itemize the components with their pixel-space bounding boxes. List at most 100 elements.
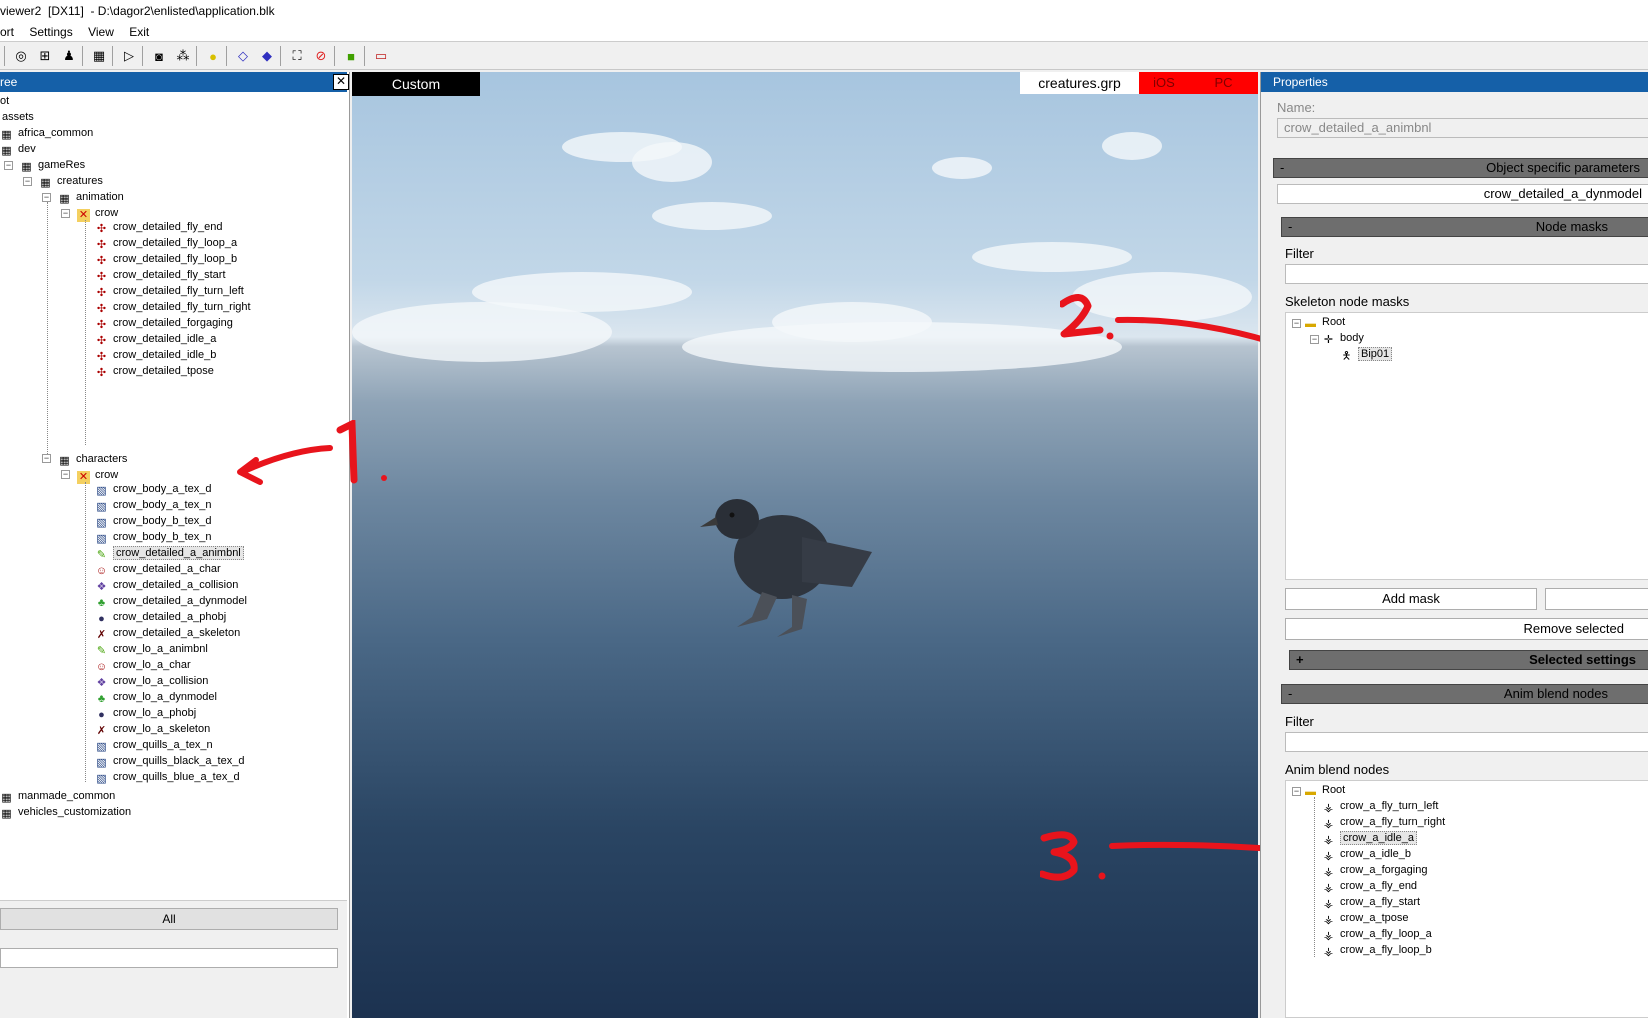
play-icon[interactable]: ▷ bbox=[120, 47, 138, 65]
tree-item-animation[interactable]: ✣ crow_detailed_tpose bbox=[95, 364, 214, 379]
tree-item-character[interactable]: ✎ crow_detailed_a_animbnl bbox=[95, 546, 244, 561]
tree-item-character[interactable]: ☺ crow_lo_a_char bbox=[95, 658, 191, 673]
skeleton-bip01[interactable]: 🯅 Bip01 bbox=[1340, 347, 1393, 362]
collapse-icon[interactable]: − bbox=[42, 454, 51, 463]
tree-item-character[interactable]: ✗ crow_lo_a_skeleton bbox=[95, 722, 210, 737]
dynmodel-field[interactable]: crow_detailed_a_dynmodel bbox=[1277, 184, 1648, 204]
tree-root[interactable]: ot bbox=[0, 94, 9, 109]
tree-assets[interactable]: assets bbox=[2, 110, 34, 125]
node-mask-filter-input[interactable] bbox=[1285, 264, 1648, 284]
tree-item-animation[interactable]: ✣ crow_detailed_fly_end bbox=[95, 220, 223, 235]
cube-wire-icon[interactable]: ◇ bbox=[234, 47, 252, 65]
blend-node-item[interactable]: ⚶ crow_a_fly_turn_left bbox=[1322, 799, 1439, 814]
material-icon[interactable]: ■ bbox=[342, 47, 360, 65]
blend-node-item[interactable]: ⚶ crow_a_fly_loop_b bbox=[1322, 943, 1432, 958]
no-texture-icon[interactable]: ⊘ bbox=[312, 47, 330, 65]
nodes-icon[interactable]: ⁂ bbox=[174, 47, 192, 65]
tree-item-character[interactable]: ▧ crow_quills_black_a_tex_d bbox=[95, 754, 244, 769]
screenshot-icon[interactable]: ◙ bbox=[150, 47, 168, 65]
tree-item-animation[interactable]: ✣ crow_detailed_forgaging bbox=[95, 316, 233, 331]
anim-blend-filter-input[interactable] bbox=[1285, 732, 1648, 752]
tree-item-character[interactable]: ▧ crow_body_b_tex_n bbox=[95, 530, 211, 545]
tree-node-creatures[interactable]: ▦ creatures bbox=[39, 174, 103, 189]
tree-node-char-crow[interactable]: ✕ crow bbox=[77, 468, 118, 484]
window-icon[interactable]: ▭ bbox=[372, 47, 390, 65]
tree-item-animation[interactable]: ✣ crow_detailed_fly_loop_b bbox=[95, 252, 237, 267]
tree-search-input[interactable] bbox=[0, 948, 338, 968]
tree-node-anim-crow[interactable]: ✕ crow bbox=[77, 206, 118, 222]
stats-icon[interactable]: ▦ bbox=[90, 47, 108, 65]
tree-item-animation[interactable]: ✣ crow_detailed_fly_turn_right bbox=[95, 300, 251, 315]
menu-exit[interactable]: Exit bbox=[123, 22, 155, 42]
remove-selected-button[interactable]: Remove selected bbox=[1285, 618, 1648, 640]
skeleton-body[interactable]: ✛ body bbox=[1322, 331, 1364, 346]
add-mask-button[interactable]: Add mask bbox=[1285, 588, 1537, 610]
tree-node-gameres[interactable]: ▦ gameRes bbox=[20, 158, 85, 173]
tree-item-character[interactable]: ▧ crow_quills_blue_a_tex_d bbox=[95, 770, 239, 785]
tree-item-animation[interactable]: ✣ crow_detailed_fly_turn_left bbox=[95, 284, 244, 299]
tree-item-character[interactable]: ▧ crow_quills_a_tex_n bbox=[95, 738, 212, 753]
selected-settings-header[interactable]: + Selected settings bbox=[1289, 650, 1648, 670]
tree-node-dev[interactable]: ▦ dev bbox=[0, 142, 35, 157]
blend-node-item[interactable]: ⚶ crow_a_fly_end bbox=[1322, 879, 1417, 894]
tree-item-character[interactable]: ♣ crow_detailed_a_dynmodel bbox=[95, 594, 247, 609]
tree-item-character[interactable]: ☺ crow_detailed_a_char bbox=[95, 562, 221, 577]
tree-item-character[interactable]: ❖ crow_detailed_a_collision bbox=[95, 578, 239, 593]
grid-icon[interactable]: ⊞ bbox=[36, 47, 54, 65]
blend-node-item[interactable]: ⚶ crow_a_fly_loop_a bbox=[1322, 927, 1432, 942]
skeleton-root[interactable]: ▬ Root bbox=[1304, 315, 1345, 330]
tree-item-character[interactable]: ✗ crow_detailed_a_skeleton bbox=[95, 626, 240, 641]
tree-item-character[interactable]: ▧ crow_body_a_tex_n bbox=[95, 498, 211, 513]
node-masks-header[interactable]: - Node masks bbox=[1281, 217, 1648, 237]
blend-node-item[interactable]: ⚶ crow_a_fly_turn_right bbox=[1322, 815, 1445, 830]
collapse-icon[interactable]: − bbox=[1292, 319, 1301, 328]
tree-item-animation[interactable]: ✣ crow_detailed_fly_loop_a bbox=[95, 236, 237, 251]
tree-node-vehicles-customization[interactable]: ▦ vehicles_customization bbox=[0, 805, 131, 820]
collapse-icon[interactable]: − bbox=[1310, 335, 1319, 344]
all-filter-button[interactable]: All bbox=[0, 908, 338, 930]
tree-item-animation[interactable]: ✣ crow_detailed_idle_b bbox=[95, 348, 216, 363]
tree-node-animation[interactable]: ▦ animation bbox=[58, 190, 123, 205]
camera-orbit-icon[interactable]: ◎ bbox=[12, 47, 30, 65]
tree-item-character[interactable]: ● crow_lo_a_phobj bbox=[95, 706, 196, 721]
extra-mask-button[interactable] bbox=[1545, 588, 1648, 610]
sun-icon[interactable]: ● bbox=[204, 47, 222, 65]
name-field[interactable]: crow_detailed_a_animbnl bbox=[1277, 118, 1648, 138]
person-icon[interactable]: ♟ bbox=[60, 47, 78, 65]
menu-import[interactable]: ort bbox=[0, 22, 20, 42]
cube-solid-icon[interactable]: ◆ bbox=[258, 47, 276, 65]
close-icon[interactable]: ✕ bbox=[333, 74, 349, 90]
tree-item-character[interactable]: ▧ crow_body_b_tex_d bbox=[95, 514, 211, 529]
tree-item-animation[interactable]: ✣ crow_detailed_idle_a bbox=[95, 332, 216, 347]
tree-node-manmade-common[interactable]: ▦ manmade_common bbox=[0, 789, 115, 804]
collapse-icon[interactable]: − bbox=[1292, 787, 1301, 796]
blend-node-item[interactable]: ⚶ crow_a_idle_a bbox=[1322, 831, 1417, 846]
expand-toggle[interactable]: + bbox=[1296, 652, 1304, 667]
tree-item-character[interactable]: ♣ crow_lo_a_dynmodel bbox=[95, 690, 217, 705]
frame-icon[interactable]: ⛶ bbox=[288, 47, 306, 65]
collapse-icon[interactable]: − bbox=[42, 193, 51, 202]
blend-node-item[interactable]: ⚶ crow_a_forgaging bbox=[1322, 863, 1428, 878]
collapse-toggle[interactable]: - bbox=[1280, 160, 1284, 175]
tree-item-character[interactable]: ❖ crow_lo_a_collision bbox=[95, 674, 209, 689]
tree-node-africa-common[interactable]: ▦ africa_common bbox=[0, 126, 93, 141]
anim-blend-header[interactable]: - Anim blend nodes bbox=[1281, 684, 1648, 704]
menu-view[interactable]: View bbox=[82, 22, 120, 42]
tree-item-character[interactable]: ● crow_detailed_a_phobj bbox=[95, 610, 226, 625]
blend-root[interactable]: ▬ Root bbox=[1304, 783, 1345, 798]
tree-item-character[interactable]: ✎ crow_lo_a_animbnl bbox=[95, 642, 208, 657]
collapse-icon[interactable]: − bbox=[4, 161, 13, 170]
tree-item-character[interactable]: ▧ crow_body_a_tex_d bbox=[95, 482, 211, 497]
tree-node-characters[interactable]: ▦ characters bbox=[58, 452, 127, 467]
collapse-icon[interactable]: − bbox=[23, 177, 32, 186]
blend-node-item[interactable]: ⚶ crow_a_tpose bbox=[1322, 911, 1409, 926]
blend-node-item[interactable]: ⚶ crow_a_idle_b bbox=[1322, 847, 1411, 862]
collapse-toggle[interactable]: - bbox=[1288, 219, 1292, 234]
collapse-toggle[interactable]: - bbox=[1288, 686, 1292, 701]
object-params-header[interactable]: - Object specific parameters bbox=[1273, 158, 1648, 178]
tree-item-animation[interactable]: ✣ crow_detailed_fly_start bbox=[95, 268, 226, 283]
menu-settings[interactable]: Settings bbox=[23, 22, 78, 42]
collapse-icon[interactable]: − bbox=[61, 209, 70, 218]
blend-node-item[interactable]: ⚶ crow_a_fly_start bbox=[1322, 895, 1420, 910]
collapse-icon[interactable]: − bbox=[61, 470, 70, 479]
